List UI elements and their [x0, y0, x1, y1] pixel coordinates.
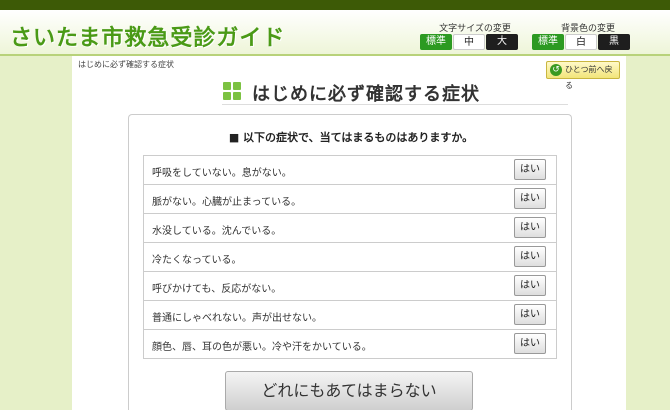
- symptom-list: 呼吸をしていない。息がない。 はい 脈がない。心臓が止まっている。 はい 水没し…: [143, 155, 557, 359]
- main-content: はじめに必ず確認する症状 ↺ ひとつ前へ戻る はじめに必ず確認する症状 ■ 以下…: [72, 56, 626, 410]
- symptom-row: 呼びかけても、反応がない。 はい: [143, 272, 557, 301]
- symptom-text: 水没している。沈んでいる。: [152, 226, 282, 237]
- symptom-panel: ■ 以下の症状で、当てはまるものはありますか。 呼吸をしていない。息がない。 は…: [128, 114, 572, 410]
- yes-button[interactable]: はい: [514, 304, 546, 325]
- symptom-row: 顔色、唇、耳の色が悪い。冷や汗をかいている。 はい: [143, 330, 557, 359]
- breadcrumb: はじめに必ず確認する症状: [78, 60, 174, 69]
- symptom-row: 水没している。沈んでいる。 はい: [143, 214, 557, 243]
- symptom-row: 呼吸をしていない。息がない。 はい: [143, 156, 557, 185]
- font-size-label: 文字サイズの変更: [439, 24, 511, 34]
- symptom-text: 呼吸をしていない。息がない。: [152, 168, 292, 179]
- symptom-text: 呼びかけても、反応がない。: [152, 284, 282, 295]
- question-text: ■ 以下の症状で、当てはまるものはありますか。: [228, 131, 474, 144]
- symptom-text: 顔色、唇、耳の色が悪い。冷や汗をかいている。: [152, 342, 372, 353]
- app-title: さいたま市救急受診ガイド: [10, 26, 286, 51]
- yes-button[interactable]: はい: [514, 217, 546, 238]
- yes-button[interactable]: はい: [514, 188, 546, 209]
- font-size-large-button[interactable]: 大: [486, 34, 518, 50]
- yes-button[interactable]: はい: [514, 159, 546, 180]
- symptom-text: 脈がない。心臓が止まっている。: [152, 197, 302, 208]
- header: さいたま市救急受診ガイド 文字サイズの変更 標準 中 大 背景色の変更 標準 白…: [0, 10, 670, 56]
- bg-color-label: 背景色の変更: [560, 24, 615, 34]
- bg-color-black-button[interactable]: 黒: [598, 34, 630, 50]
- page-title: はじめに必ず確認する症状: [252, 84, 480, 105]
- symptom-row: 冷たくなっている。 はい: [143, 243, 557, 272]
- symptom-row: 普通にしゃべれない。声が出せない。 はい: [143, 301, 557, 330]
- top-bar: [0, 0, 670, 10]
- font-size-standard-button[interactable]: 標準: [420, 34, 452, 50]
- yes-button[interactable]: はい: [514, 246, 546, 267]
- none-apply-button[interactable]: どれにもあてはまらない: [225, 371, 473, 410]
- symptom-text: 冷たくなっている。: [152, 255, 242, 266]
- yes-button[interactable]: はい: [514, 333, 546, 354]
- section-icon: [223, 82, 241, 100]
- symptom-row: 脈がない。心臓が止まっている。 はい: [143, 185, 557, 214]
- font-size-medium-button[interactable]: 中: [453, 34, 485, 50]
- yes-button[interactable]: はい: [514, 275, 546, 296]
- bg-color-white-button[interactable]: 白: [565, 34, 597, 50]
- symptom-text: 普通にしゃべれない。声が出せない。: [152, 313, 322, 324]
- bg-color-standard-button[interactable]: 標準: [532, 34, 564, 50]
- title-divider: [222, 104, 568, 105]
- back-button[interactable]: ↺ ひとつ前へ戻る: [546, 61, 620, 90]
- back-button-label: ひとつ前へ戻る: [565, 65, 613, 90]
- back-arrow-icon: ↺: [550, 64, 562, 76]
